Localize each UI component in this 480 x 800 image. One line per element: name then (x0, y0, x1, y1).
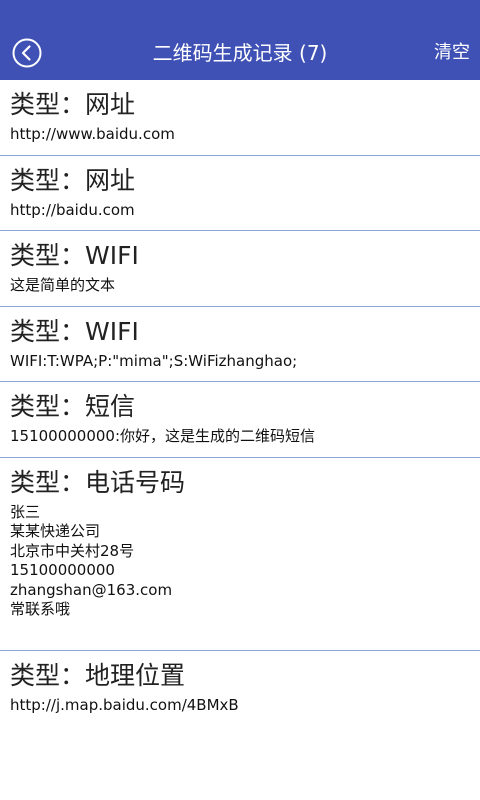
record-type: 类型：网址 (10, 90, 136, 119)
record-content: WIFI:T:WPA;P:"mima";S:WiFizhanghao; (10, 351, 298, 370)
record-content: 这是简单的文本 (10, 276, 116, 294)
record-item[interactable]: 类型：短信 15100000000:你好，这是生成的二维码短信 (0, 382, 480, 458)
record-item[interactable]: 类型：网址 http://www.baidu.com (0, 80, 480, 156)
record-list: 类型：网址 http://www.baidu.com 类型：网址 http://… (0, 80, 480, 725)
record-item[interactable]: 类型：网址 http://baidu.com (0, 156, 480, 231)
record-type: 类型：短信 (10, 392, 136, 421)
record-type: 类型：电话号码 (10, 467, 186, 497)
record-type: 类型：地理位置 (10, 660, 186, 690)
record-item[interactable]: 类型：地理位置 http://j.map.baidu.com/4BMxB (0, 651, 480, 726)
record-content: 张三 某某快递公司 北京市中关村28号 15100000000 zhangsha… (10, 502, 173, 619)
app-bar: 二维码生成记录 (7) 清空 (0, 26, 480, 80)
record-content: http://www.baidu.com (10, 125, 175, 143)
record-item[interactable]: 类型：电话号码 张三 某某快递公司 北京市中关村28号 15100000000 … (0, 458, 480, 651)
record-content: http://j.map.baidu.com/4BMxB (10, 695, 239, 714)
record-type: 类型：WIFI (10, 241, 139, 270)
record-content: http://baidu.com (10, 200, 135, 219)
record-type: 类型：网址 (10, 165, 136, 195)
record-item[interactable]: 类型：WIFI 这是简单的文本 (0, 231, 480, 307)
record-item[interactable]: 类型：WIFI WIFI:T:WPA;P:"mima";S:WiFizhangh… (0, 307, 480, 382)
clear-button[interactable]: 清空 (434, 26, 470, 80)
status-bar (0, 0, 480, 26)
record-content: 15100000000:你好，这是生成的二维码短信 (10, 427, 316, 445)
record-type: 类型：WIFI (10, 316, 139, 346)
page-title: 二维码生成记录 (7) (152, 41, 328, 65)
